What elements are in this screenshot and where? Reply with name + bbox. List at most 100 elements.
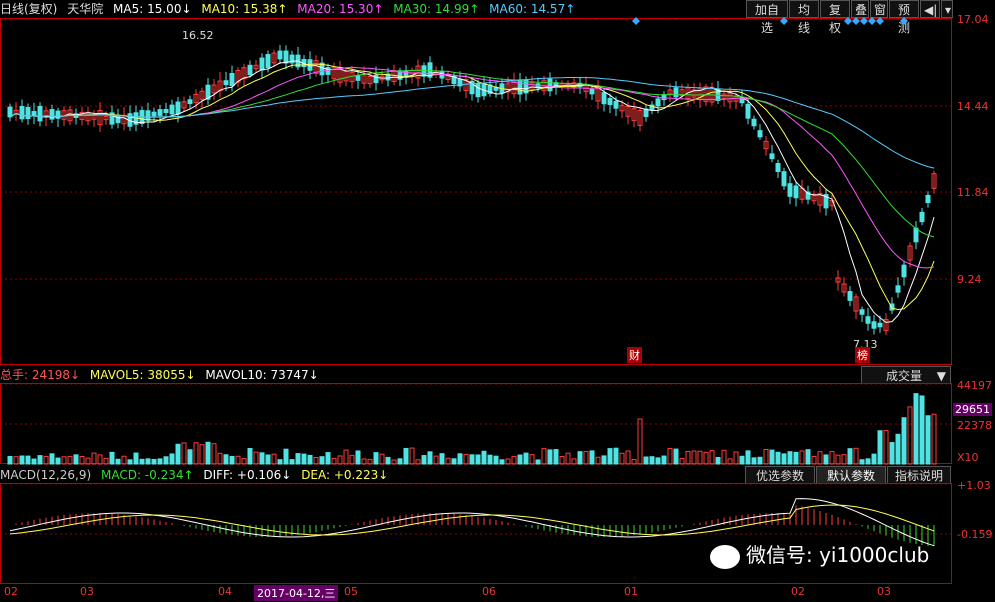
volume-bar: [817, 451, 823, 465]
volume-bar: [157, 458, 163, 465]
volume-bar: [151, 458, 157, 465]
candle-body: [223, 80, 229, 86]
volume-bar: [289, 459, 295, 465]
volume-bar: [811, 455, 817, 465]
volume-bar: [325, 452, 331, 465]
stock-chart-canvas[interactable]: [0, 0, 995, 602]
volume-bar: [19, 455, 25, 465]
candle-body: [175, 101, 181, 115]
volume-bar: [511, 455, 517, 465]
volume-bar: [355, 450, 361, 465]
volume-bar: [235, 455, 241, 465]
candle-body: [913, 227, 919, 243]
volume-bar: [271, 453, 277, 465]
volume-bar: [7, 455, 13, 465]
volume-bar: [403, 447, 409, 465]
volume-bar: [733, 451, 739, 465]
volume-bar: [865, 458, 871, 465]
volume-bar: [847, 448, 853, 465]
volume-bar: [481, 450, 487, 465]
candle-body: [169, 104, 175, 115]
volume-bar: [841, 454, 847, 465]
candle-body: [355, 75, 361, 81]
volume-bar: [535, 459, 541, 465]
candle-body: [925, 194, 931, 204]
candle-body: [865, 316, 871, 324]
candle-body: [187, 99, 193, 105]
volume-bar: [709, 450, 715, 465]
candle-body: [157, 109, 163, 116]
volume-bar: [319, 456, 325, 465]
volume-bar: [529, 454, 535, 465]
volume-bar: [751, 457, 757, 465]
volume-bar: [565, 452, 571, 465]
volume-bar: [49, 453, 55, 465]
volume-bar: [763, 449, 769, 465]
volume-bar: [259, 452, 265, 465]
volume-bar: [337, 455, 343, 465]
candle-body: [7, 106, 13, 118]
volume-bar: [427, 451, 433, 465]
volume-bar: [13, 456, 19, 465]
candle-body: [229, 72, 235, 87]
candle-body: [151, 111, 157, 117]
volume-bar: [133, 452, 139, 465]
candle-body: [145, 110, 151, 121]
volume-bar: [925, 415, 931, 465]
volume-bar: [607, 448, 613, 465]
volume-bar: [931, 413, 937, 465]
volume-bar: [463, 453, 469, 465]
candle-body: [775, 162, 781, 173]
volume-bar: [721, 449, 727, 465]
volume-bar: [205, 441, 211, 465]
volume-bar: [517, 454, 523, 465]
volume-bar: [589, 450, 595, 465]
volume-bar: [601, 455, 607, 465]
volume-bar: [487, 454, 493, 465]
volume-bar: [55, 457, 61, 465]
candle-body: [19, 105, 25, 120]
volume-bar: [253, 451, 259, 465]
volume-bar: [283, 448, 289, 465]
volume-bar: [181, 442, 187, 465]
candle-body: [871, 321, 877, 329]
volume-bar: [457, 453, 463, 465]
volume-bar: [127, 459, 133, 465]
candle-body: [877, 322, 883, 328]
volume-bar: [523, 452, 529, 465]
volume-bar: [805, 449, 811, 465]
volume-bar: [373, 452, 379, 465]
volume-bar: [895, 433, 901, 465]
volume-bar: [43, 455, 49, 465]
candle-body: [757, 130, 763, 138]
volume-bar: [67, 455, 73, 465]
volume-bar: [829, 451, 835, 465]
candle-body: [601, 92, 607, 105]
volume-bar: [685, 450, 691, 465]
volume-bar: [553, 449, 559, 465]
candle-body: [589, 88, 595, 95]
candle-body: [613, 100, 619, 109]
candle-body: [25, 106, 31, 120]
candle-body: [919, 211, 925, 223]
volume-bar: [781, 453, 787, 465]
candle-body: [661, 94, 667, 101]
volume-bar: [769, 449, 775, 465]
candle-body: [769, 153, 775, 160]
candle-body: [265, 54, 271, 68]
volume-bar: [439, 453, 445, 465]
candle-body: [547, 78, 553, 92]
volume-bar: [757, 456, 763, 465]
volume-bar: [613, 447, 619, 465]
volume-bar: [409, 447, 415, 465]
volume-bar: [799, 450, 805, 465]
volume-bar: [73, 454, 79, 465]
volume-bar: [715, 456, 721, 465]
volume-bar: [559, 455, 565, 465]
volume-bar: [115, 458, 121, 465]
volume-bar: [379, 453, 385, 465]
candle-body: [115, 114, 121, 124]
volume-bar: [667, 448, 673, 465]
volume-bar: [145, 458, 151, 465]
volume-bar: [139, 458, 145, 465]
